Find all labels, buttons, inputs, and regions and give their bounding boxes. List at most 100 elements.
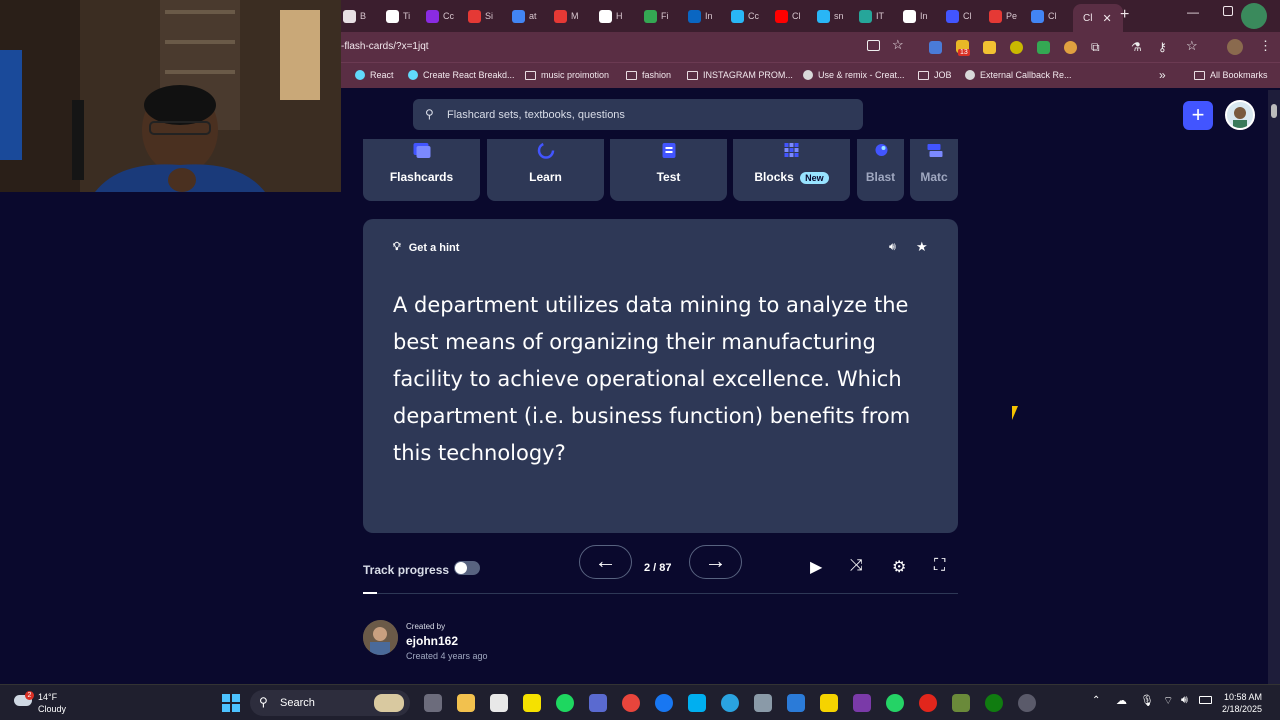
browser-tab[interactable]: sn <box>817 6 844 26</box>
sticky-app-icon[interactable] <box>523 694 541 712</box>
browser-tab[interactable]: In <box>688 6 713 26</box>
get-hint-button[interactable]: 💡︎ Get a hint <box>393 241 459 254</box>
bookmarks-star-icon[interactable]: ☆ <box>1186 38 1198 54</box>
taskbar-clock[interactable]: 10:58 AM 2/18/2025 <box>1222 691 1262 715</box>
todo-check-icon[interactable] <box>787 694 805 712</box>
chevron-more-icon[interactable]: » <box>1159 68 1166 82</box>
translate-icon[interactable] <box>929 41 942 54</box>
bookmark-item[interactable]: fashion <box>626 70 671 80</box>
previous-card-button[interactable]: ← <box>579 545 632 579</box>
install-app-icon[interactable] <box>867 40 880 51</box>
browser-tab[interactable]: IT <box>859 6 884 26</box>
emoji-extension-icon[interactable] <box>1010 41 1023 54</box>
facebook-icon[interactable] <box>655 694 673 712</box>
browser-tab[interactable]: Si <box>468 6 493 26</box>
bookmark-star-icon[interactable]: ☆ <box>892 37 904 53</box>
mode-flashcards-button[interactable]: Flashcards <box>363 139 480 201</box>
browser-tab[interactable]: Ti <box>386 6 410 26</box>
profile-icon[interactable] <box>1227 39 1243 55</box>
all-bookmarks-button[interactable]: All Bookmarks <box>1194 70 1268 80</box>
xbox-icon[interactable] <box>985 694 1003 712</box>
volume-icon[interactable]: 🔊︎ <box>1181 694 1188 707</box>
kebab-menu-icon[interactable]: ⋮ <box>1259 38 1272 54</box>
browser-tab[interactable]: Cl <box>775 6 801 26</box>
bookmark-item[interactable]: INSTAGRAM PROM... <box>687 70 793 80</box>
password-key-icon[interactable]: ⚷ <box>1158 40 1167 54</box>
bookmark-item[interactable]: External Callback Re... <box>965 70 1072 80</box>
star-icon[interactable]: ★ <box>916 239 928 255</box>
browser-tab[interactable]: Cl <box>946 6 972 26</box>
browser-tab[interactable]: H <box>599 6 623 26</box>
app-icon-3[interactable] <box>853 694 871 712</box>
spotify-icon[interactable] <box>556 694 574 712</box>
mode-test-button[interactable]: Test <box>610 139 727 201</box>
bookmark-item[interactable]: React <box>355 70 394 80</box>
close-tab-icon[interactable]: ✕ <box>1102 12 1111 25</box>
user-avatar[interactable] <box>1225 100 1255 130</box>
chevron-up-icon[interactable]: ⌃ <box>1092 695 1100 706</box>
weather-widget[interactable]: 2 14°F Cloudy <box>14 691 66 715</box>
minecraft-icon[interactable] <box>952 694 970 712</box>
profile-avatar-icon[interactable] <box>1241 3 1267 29</box>
bookmark-item[interactable]: music proimotion <box>525 70 609 80</box>
mode-learn-button[interactable]: Learn <box>487 139 604 201</box>
mode-blast-button[interactable]: Blast <box>857 139 904 201</box>
browser-tab[interactable]: In <box>903 6 928 26</box>
onedrive-icon[interactable]: ☁ <box>1116 694 1127 707</box>
windows-start-icon[interactable] <box>222 694 240 712</box>
bookmark-item[interactable]: JOB <box>918 70 952 80</box>
mode-match-button[interactable]: Matc <box>910 139 958 201</box>
browser-tab[interactable]: M <box>554 6 579 26</box>
wifi-icon[interactable]: ⌔ <box>1163 694 1173 708</box>
app-icon-4[interactable] <box>1018 694 1036 712</box>
scrollbar-thumb[interactable] <box>1271 104 1277 118</box>
creator-username[interactable]: ejohn162 <box>406 634 458 648</box>
search-input[interactable]: ⚲ Flashcard sets, textbooks, questions <box>413 99 863 130</box>
browser-tab[interactable]: Cl <box>1031 6 1057 26</box>
audio-speaker-icon[interactable]: 🔊︎ <box>889 241 896 254</box>
gear-extension-icon[interactable] <box>1064 41 1077 54</box>
url-text[interactable]: -flash-cards/?x=1jqt <box>341 41 429 52</box>
page-scrollbar[interactable] <box>1268 90 1280 684</box>
minimize-icon[interactable]: — <box>1187 5 1199 19</box>
task-view-icon[interactable] <box>424 694 442 712</box>
active-tab[interactable]: Cl ✕ <box>1073 4 1123 32</box>
browser-tab[interactable]: Cc <box>731 6 759 26</box>
skype-icon[interactable] <box>688 694 706 712</box>
browser-tab[interactable]: Fi <box>644 6 669 26</box>
battery-icon[interactable] <box>1199 696 1212 704</box>
bookmark-item[interactable]: Create React Breakd... <box>408 70 515 80</box>
bookmark-item[interactable]: Use & remix - Creat... <box>803 70 905 80</box>
browser-tab[interactable]: Cc <box>426 6 454 26</box>
snipping-tool-icon[interactable] <box>490 694 508 712</box>
labs-icon[interactable]: ⚗ <box>1131 40 1142 54</box>
mode-blocks-button[interactable]: Blocks New <box>733 139 850 201</box>
check-extension-icon[interactable] <box>1037 41 1050 54</box>
browser-tab[interactable]: B <box>343 6 366 26</box>
taskbar-search[interactable]: ⚲ Search <box>250 690 410 716</box>
file-explorer-icon[interactable] <box>457 694 475 712</box>
chrome-icon[interactable] <box>622 694 640 712</box>
play-icon[interactable]: ▶ <box>810 557 822 577</box>
flashcard[interactable]: 💡︎ Get a hint 🔊︎ ★ A department utilizes… <box>363 219 958 533</box>
whatsapp-icon[interactable] <box>886 694 904 712</box>
restore-icon[interactable] <box>1223 6 1233 16</box>
new-tab-icon[interactable]: + <box>1120 6 1129 24</box>
lock-extension-icon[interactable] <box>983 41 996 54</box>
track-progress-toggle[interactable] <box>454 561 480 575</box>
browser-tab[interactable]: Pe <box>989 6 1017 26</box>
microphone-icon[interactable]: 🎙︎ <box>1140 694 1154 707</box>
fullscreen-icon[interactable]: ⛶ <box>934 557 945 575</box>
notes-icon[interactable] <box>820 694 838 712</box>
app-icon[interactable] <box>589 694 607 712</box>
create-plus-button[interactable]: + <box>1183 101 1213 130</box>
next-card-button[interactable]: → <box>689 545 742 579</box>
creator-avatar[interactable] <box>363 620 398 655</box>
settings-gear-icon[interactable]: ⚙ <box>892 557 906 577</box>
extensions-puzzle-icon[interactable]: ⧉ <box>1091 40 1100 55</box>
shuffle-icon[interactable]: ⤨ <box>850 557 863 575</box>
telegram-icon[interactable] <box>721 694 739 712</box>
opera-icon[interactable] <box>919 694 937 712</box>
browser-tab[interactable]: at <box>512 6 537 26</box>
app-icon-2[interactable] <box>754 694 772 712</box>
